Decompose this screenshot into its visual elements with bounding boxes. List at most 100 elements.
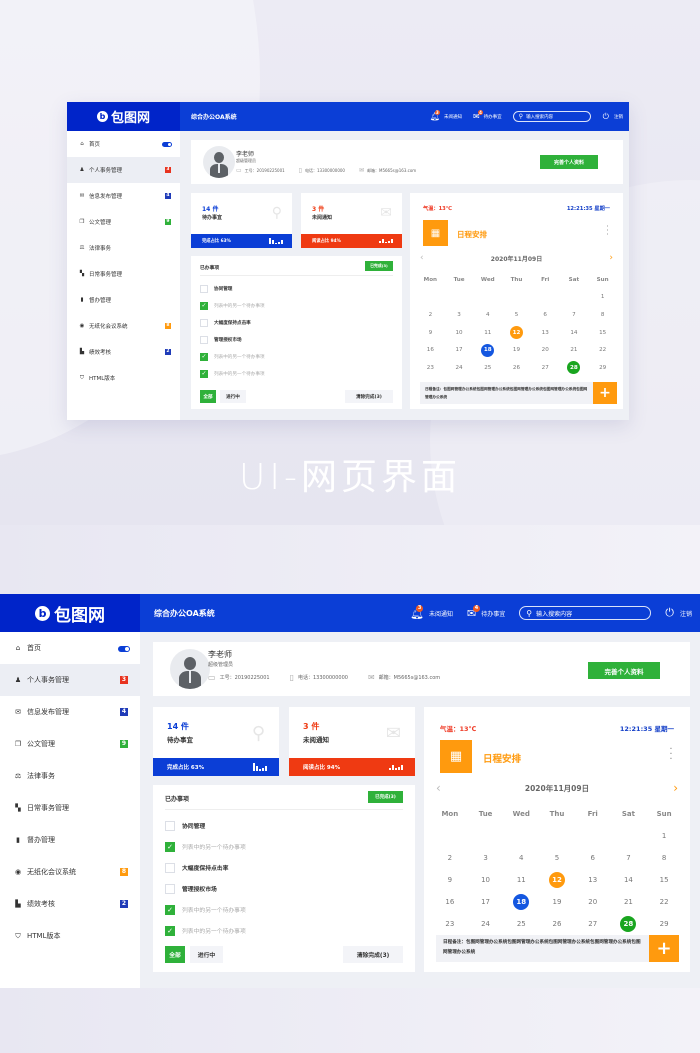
add-schedule-button[interactable]: + [593,382,617,404]
filter-in-progress-button[interactable]: 进行中 [220,390,246,403]
calendar-day[interactable]: 9 [432,869,468,891]
checkbox[interactable] [165,883,175,894]
sidebar-item[interactable]: ⌂ 首页 [67,131,180,157]
checkbox[interactable] [200,335,208,344]
sidebar-item[interactable]: ⛉ HTML版本 [0,920,140,952]
calendar-day[interactable]: 26 [502,359,531,377]
sidebar-item[interactable]: ▙ 绩效考核 2 [67,339,180,365]
calendar-day[interactable]: 6 [531,306,560,324]
calendar-day[interactable]: 28 [611,913,647,935]
stat-card-pending[interactable]: 14 件 待办事宜 ⚲ 完成占比 63% [153,707,279,776]
calendar-day[interactable]: 23 [432,913,468,935]
checkbox[interactable]: ✓ [200,301,208,310]
calendar-day[interactable]: 10 [445,324,474,342]
sidebar-item[interactable]: ▮ 督办管理 [0,824,140,856]
sidebar-item[interactable]: ✉ 信息发布管理 4 [0,696,140,728]
calendar-day[interactable]: 14 [611,869,647,891]
logout-button[interactable]: ⏻ 注销 [665,606,692,620]
calendar-day[interactable]: 11 [473,324,502,342]
calendar-day[interactable]: 26 [539,913,575,935]
next-month-chevron-icon[interactable]: › [673,781,678,795]
calendar-day[interactable]: 22 [646,891,682,913]
sidebar-item[interactable]: ▮ 督办管理 [67,287,180,313]
calendar-day[interactable]: 15 [646,869,682,891]
sidebar-item[interactable]: ⚖ 法律事务 [0,760,140,792]
calendar-day[interactable]: 29 [646,913,682,935]
calendar-day[interactable]: 7 [611,847,647,869]
checkbox[interactable]: ✓ [200,369,208,378]
calendar-day[interactable]: 22 [588,341,617,359]
sidebar-item[interactable]: ◉ 无纸化会议系统 8 [67,313,180,339]
sidebar-item[interactable]: ❐ 公文管理 9 [0,728,140,760]
calendar-day[interactable]: 6 [575,847,611,869]
calendar-day[interactable]: 2 [416,306,445,324]
logo[interactable]: b 包图网 [67,102,180,131]
avatar[interactable] [170,649,210,689]
search-input[interactable]: ⚲ 输入搜索内容 [512,111,591,122]
prev-month-chevron-icon[interactable]: ‹ [420,253,424,263]
calendar-day[interactable]: 19 [539,891,575,913]
sidebar-item[interactable]: ⛉ HTML版本 [67,365,180,391]
calendar-day[interactable]: 5 [502,306,531,324]
checkbox[interactable] [165,820,175,831]
calendar-day[interactable]: 15 [588,324,617,342]
complete-profile-button[interactable]: 完善个人资料 [540,155,598,169]
sidebar-item[interactable]: ⌂ 首页 [0,632,140,664]
calendar-day[interactable]: 13 [575,869,611,891]
calendar-day[interactable]: 18 [503,891,539,913]
calendar-day[interactable]: 12 [539,869,575,891]
pending-tasks-button[interactable]: ✉ 4 待办事宜 [473,110,502,121]
checkbox[interactable]: ✓ [200,352,208,361]
sidebar-item[interactable]: ▙ 绩效考核 2 [0,888,140,920]
filter-all-button[interactable]: 全部 [165,946,185,963]
clear-completed-button[interactable]: 清除完成(3) [345,390,393,403]
filter-all-button[interactable]: 全部 [200,390,216,403]
calendar-day[interactable]: 1 [646,825,682,847]
calendar-day[interactable]: 27 [575,913,611,935]
toggle-switch[interactable] [118,646,130,652]
calendar-day[interactable]: 3 [445,306,474,324]
stat-card-pending[interactable]: 14 件 待办事宜 ⚲ 完成占比 63% [191,193,292,248]
checkbox[interactable] [200,318,208,327]
calendar-day[interactable]: 9 [416,324,445,342]
checkbox[interactable]: ✓ [165,841,175,852]
calendar-day[interactable]: 28 [560,359,589,377]
complete-profile-button[interactable]: 完善个人资料 [588,662,660,679]
calendar-day[interactable]: 7 [560,306,589,324]
unread-notifications-button[interactable]: 🔔︎ 3 未阅通知 [430,110,462,121]
prev-month-chevron-icon[interactable]: ‹ [436,781,441,795]
calendar-day[interactable]: 8 [588,306,617,324]
calendar-day[interactable]: 23 [416,359,445,377]
calendar-day[interactable]: 21 [611,891,647,913]
calendar-day[interactable]: 19 [502,341,531,359]
filter-in-progress-button[interactable]: 进行中 [190,946,223,963]
avatar[interactable] [203,146,235,178]
calendar-day[interactable]: 13 [531,324,560,342]
calendar-day[interactable]: 25 [473,359,502,377]
stat-card-unread[interactable]: 3 件 未阅通知 ✉ 阅读占比 94% [289,707,415,776]
clear-completed-button[interactable]: 清除完成(3) [343,946,403,963]
more-options-icon[interactable]: · · · [669,745,673,765]
search-input[interactable]: ⚲ 输入搜索内容 [519,606,652,620]
calendar-day[interactable]: 5 [539,847,575,869]
calendar-day[interactable]: 1 [588,289,617,307]
logo[interactable]: b 包图网 [0,594,140,632]
sidebar-item[interactable]: ✉ 信息发布管理 4 [67,183,180,209]
unread-notifications-button[interactable]: 🔔︎ 3 未阅通知 [410,604,453,620]
calendar-day[interactable]: 14 [560,324,589,342]
calendar-day[interactable]: 17 [445,341,474,359]
sidebar-item[interactable]: ⚖ 法律事务 [67,235,180,261]
calendar-day[interactable]: 24 [468,913,504,935]
checkbox[interactable] [200,284,208,293]
calendar-day[interactable]: 16 [432,891,468,913]
sidebar-item[interactable]: ◉ 无纸化会议系统 8 [0,856,140,888]
calendar-day[interactable]: 20 [575,891,611,913]
calendar-day[interactable]: 2 [432,847,468,869]
sidebar-item[interactable]: ♟ 个人事务管理 3 [67,157,180,183]
calendar-day[interactable]: 12 [502,324,531,342]
logout-button[interactable]: ⏻ 注销 [603,112,623,122]
calendar-day[interactable]: 27 [531,359,560,377]
calendar-day[interactable]: 3 [468,847,504,869]
checkbox[interactable]: ✓ [165,904,175,915]
sidebar-item[interactable]: ❐ 公文管理 9 [67,209,180,235]
